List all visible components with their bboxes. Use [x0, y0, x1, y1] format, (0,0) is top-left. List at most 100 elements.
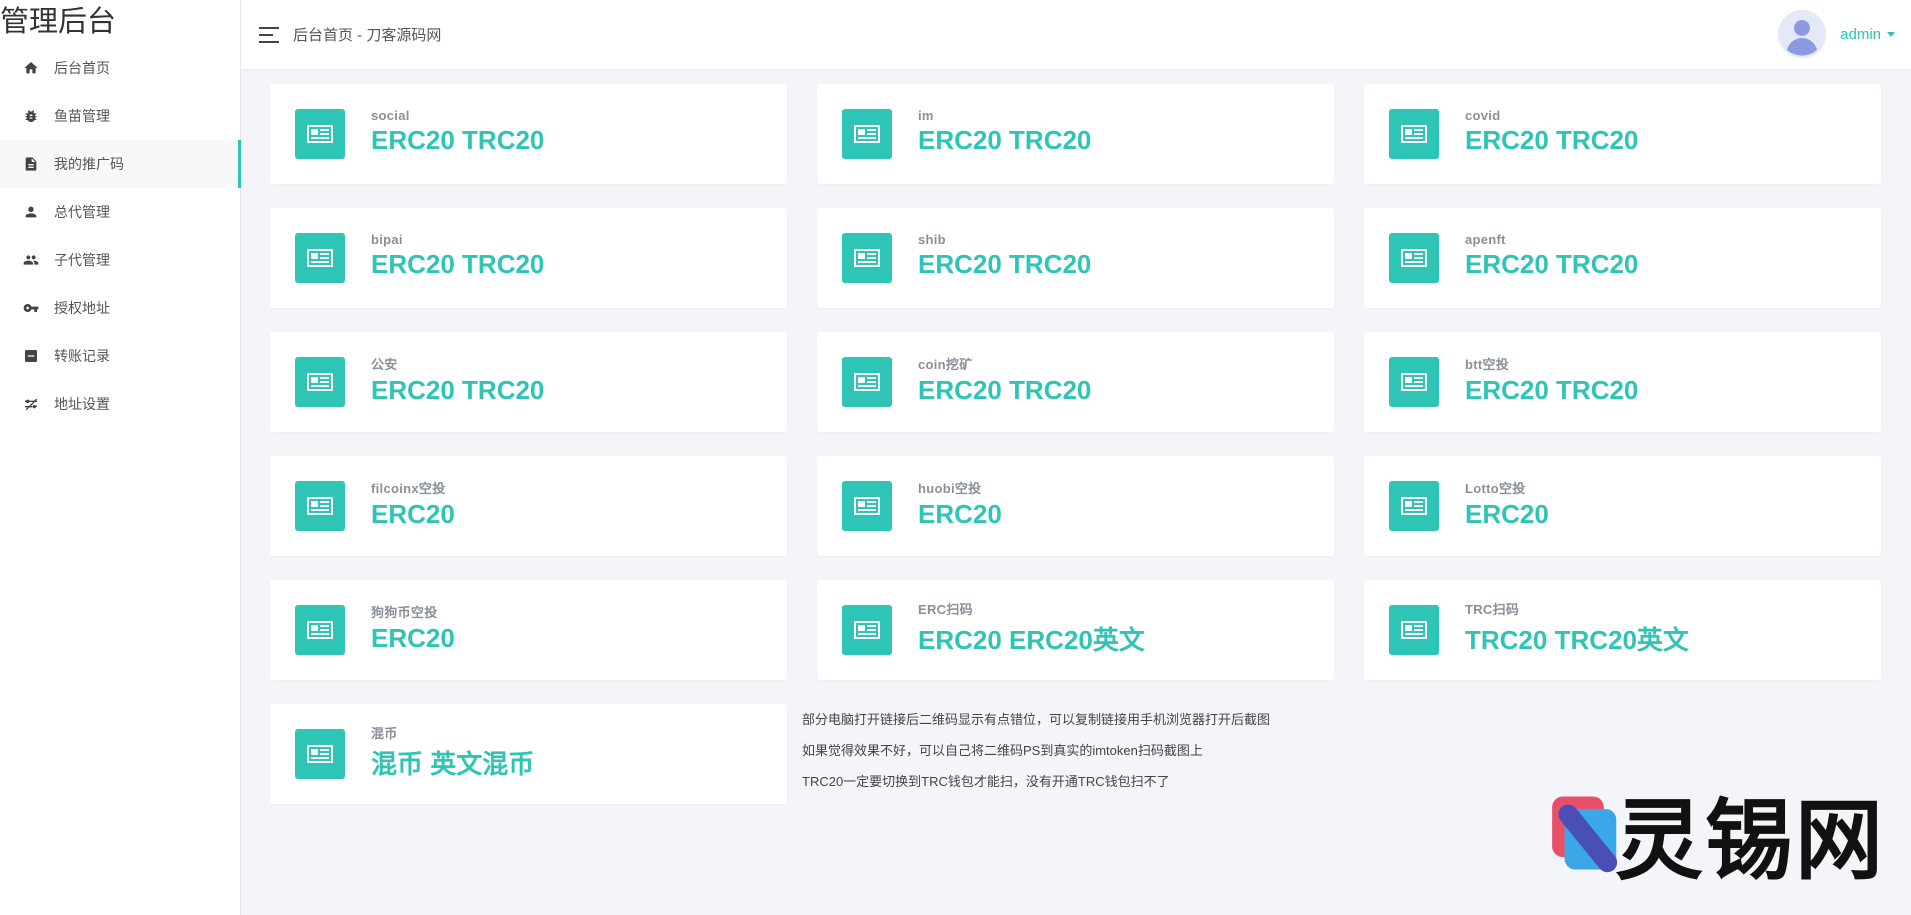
sidebar-item-promo-code[interactable]: 我的推广码 — [0, 140, 241, 188]
card-body: coin挖矿 ERC20 TRC20 — [918, 354, 1091, 406]
card-label: filcoinx空投 — [371, 481, 446, 496]
promo-card[interactable]: im ERC20 TRC20 — [817, 84, 1334, 184]
card-body: 混币 混币 英文混币 — [371, 723, 534, 781]
person-icon — [22, 203, 40, 221]
sidebar-item-general-agent[interactable]: 总代管理 — [0, 188, 240, 236]
note-line: TRC20一定要切换到TRC钱包才能扫，没有开通TRC钱包扫不了 — [802, 774, 1170, 789]
sidebar-nav: 后台首页 鱼苗管理 我的推广码 总代管理 子代管理 授权地址 转账记录 地址设置 — [0, 44, 241, 428]
card-label: social — [371, 108, 410, 123]
promo-card[interactable]: 狗狗币空投 ERC20 — [270, 580, 787, 680]
promo-card[interactable]: 混币 混币 英文混币 — [270, 704, 787, 804]
card-label: shib — [918, 232, 946, 247]
card-body: filcoinx空投 ERC20 — [371, 478, 455, 530]
menu-toggle-icon[interactable] — [259, 26, 281, 43]
sidebar-item-label: 转账记录 — [54, 348, 110, 364]
sidebar-item-transfer-records[interactable]: 转账记录 — [0, 332, 240, 380]
card-value[interactable]: ERC20 — [371, 499, 455, 530]
promo-card[interactable]: huobi空投 ERC20 — [817, 456, 1334, 556]
newspaper-icon — [842, 605, 892, 655]
newspaper-icon — [295, 729, 345, 779]
top-header: 后台首页 - 刀客源码网 admin — [241, 0, 1911, 70]
card-value[interactable]: TRC20 TRC20英文 — [1465, 620, 1689, 657]
sidebar-item-address-settings[interactable]: 地址设置 — [0, 380, 240, 428]
notes: 部分电脑打开链接后二维码显示有点错位，可以复制链接用手机浏览器打开后截图 如果觉… — [802, 704, 1342, 797]
promo-card[interactable]: btt空投 ERC20 TRC20 — [1364, 332, 1881, 432]
promo-card[interactable]: covid ERC20 TRC20 — [1364, 84, 1881, 184]
sidebar-item-fry[interactable]: 鱼苗管理 — [0, 92, 240, 140]
newspaper-icon — [295, 357, 345, 407]
newspaper-icon — [842, 481, 892, 531]
card-value[interactable]: ERC20 TRC20 — [918, 125, 1091, 156]
card-value[interactable]: ERC20 ERC20英文 — [918, 620, 1145, 657]
card-label: Lotto空投 — [1465, 481, 1526, 496]
promo-card[interactable]: shib ERC20 TRC20 — [817, 208, 1334, 308]
newspaper-icon — [295, 233, 345, 283]
promo-card[interactable]: Lotto空投 ERC20 — [1364, 456, 1881, 556]
note-line: 部分电脑打开链接后二维码显示有点错位，可以复制链接用手机浏览器打开后截图 — [802, 712, 1271, 727]
user-name[interactable]: admin — [1840, 26, 1881, 43]
card-body: im ERC20 TRC20 — [918, 108, 1091, 156]
brand-title: 管理后台 — [0, 4, 117, 38]
sidebar-item-label: 总代管理 — [54, 204, 110, 220]
newspaper-icon — [842, 109, 892, 159]
promo-card[interactable]: coin挖矿 ERC20 TRC20 — [817, 332, 1334, 432]
newspaper-icon — [1389, 481, 1439, 531]
newspaper-icon — [842, 357, 892, 407]
watermark: 灵锡网 — [1545, 778, 1885, 892]
card-label: bipai — [371, 232, 403, 247]
main-content: social ERC20 TRC20 im ERC20 TRC20 covid … — [270, 84, 1883, 804]
card-body: 狗狗币空投 ERC20 — [371, 602, 455, 654]
card-body: huobi空投 ERC20 — [918, 478, 1002, 530]
card-body: social ERC20 TRC20 — [371, 108, 544, 156]
card-value[interactable]: ERC20 TRC20 — [1465, 125, 1638, 156]
card-body: shib ERC20 TRC20 — [918, 232, 1091, 280]
card-body: ERC扫码 ERC20 ERC20英文 — [918, 599, 1145, 657]
promo-card[interactable]: bipai ERC20 TRC20 — [270, 208, 787, 308]
newspaper-icon — [1389, 357, 1439, 407]
card-value[interactable]: 混币 英文混币 — [371, 744, 534, 781]
sidebar-item-label: 我的推广码 — [54, 156, 124, 172]
card-value[interactable]: ERC20 TRC20 — [371, 375, 544, 406]
sidebar-item-home[interactable]: 后台首页 — [0, 44, 240, 92]
card-value[interactable]: ERC20 — [1465, 499, 1549, 530]
user-menu[interactable]: admin — [1778, 10, 1895, 58]
promo-card[interactable]: ERC扫码 ERC20 ERC20英文 — [817, 580, 1334, 680]
card-value[interactable]: ERC20 — [918, 499, 1002, 530]
promo-card[interactable]: 公安 ERC20 TRC20 — [270, 332, 787, 432]
newspaper-icon — [295, 481, 345, 531]
card-value[interactable]: ERC20 TRC20 — [1465, 375, 1638, 406]
record-icon — [22, 347, 40, 365]
promo-card[interactable]: apenft ERC20 TRC20 — [1364, 208, 1881, 308]
sidebar: 管理后台 后台首页 鱼苗管理 我的推广码 总代管理 子代管理 授权地址 转账记录… — [0, 0, 241, 915]
card-label: ERC扫码 — [918, 602, 973, 617]
card-value[interactable]: ERC20 TRC20 — [371, 249, 544, 280]
bug-icon — [22, 107, 40, 125]
sidebar-item-label: 后台首页 — [54, 60, 110, 76]
chevron-down-icon[interactable] — [1887, 31, 1895, 37]
card-body: btt空投 ERC20 TRC20 — [1465, 354, 1638, 406]
newspaper-icon — [842, 233, 892, 283]
card-value[interactable]: ERC20 TRC20 — [918, 375, 1091, 406]
sidebar-item-sub-agent[interactable]: 子代管理 — [0, 236, 240, 284]
note-line: 如果觉得效果不好，可以自己将二维码PS到真实的imtoken扫码截图上 — [802, 743, 1203, 758]
card-value[interactable]: ERC20 TRC20 — [371, 125, 544, 156]
newspaper-icon — [1389, 605, 1439, 655]
card-grid: social ERC20 TRC20 im ERC20 TRC20 covid … — [270, 84, 1883, 804]
promo-card[interactable]: filcoinx空投 ERC20 — [270, 456, 787, 556]
card-value[interactable]: ERC20 TRC20 — [918, 249, 1091, 280]
card-value[interactable]: ERC20 TRC20 — [1465, 249, 1638, 280]
card-body: covid ERC20 TRC20 — [1465, 108, 1638, 156]
page-title: 后台首页 - 刀客源码网 — [293, 27, 442, 44]
card-body: apenft ERC20 TRC20 — [1465, 232, 1638, 280]
promo-card[interactable]: social ERC20 TRC20 — [270, 84, 787, 184]
card-body: bipai ERC20 TRC20 — [371, 232, 544, 280]
avatar[interactable] — [1778, 10, 1827, 58]
card-label: 混币 — [371, 726, 398, 741]
card-value[interactable]: ERC20 — [371, 623, 455, 654]
card-label: coin挖矿 — [918, 357, 973, 372]
newspaper-icon — [295, 109, 345, 159]
sidebar-item-auth-address[interactable]: 授权地址 — [0, 284, 240, 332]
promo-card[interactable]: TRC扫码 TRC20 TRC20英文 — [1364, 580, 1881, 680]
card-label: apenft — [1465, 232, 1506, 247]
card-label: covid — [1465, 108, 1501, 123]
